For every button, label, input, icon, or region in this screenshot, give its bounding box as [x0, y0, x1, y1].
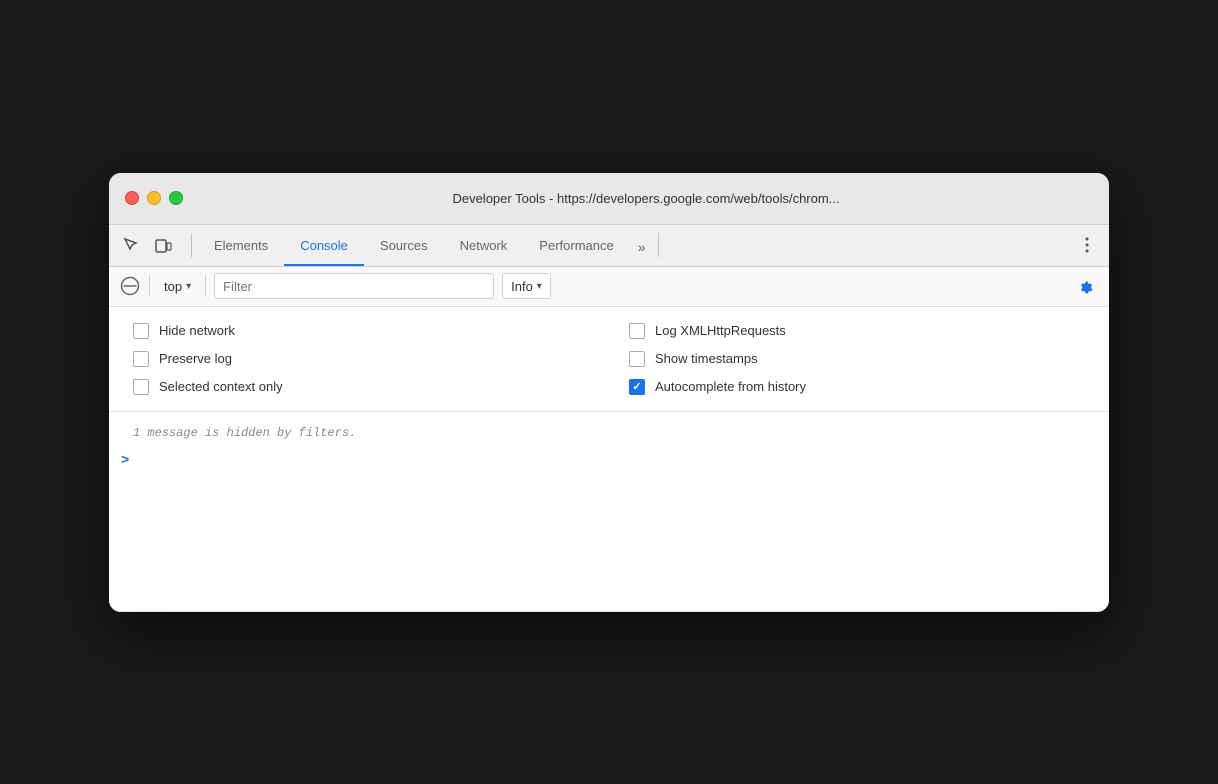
selected-context-row[interactable]: Selected context only: [133, 379, 589, 395]
maximize-button[interactable]: [169, 191, 183, 205]
tab-performance[interactable]: Performance: [523, 228, 629, 266]
device-toggle-icon[interactable]: [149, 231, 177, 259]
context-label: top: [164, 279, 182, 294]
toolbar-end: [1073, 231, 1101, 259]
tab-network[interactable]: Network: [444, 228, 524, 266]
tab-console[interactable]: Console: [284, 228, 364, 266]
toolbar-divider: [191, 233, 192, 257]
preserve-log-checkbox[interactable]: [133, 351, 149, 367]
autocomplete-history-checkbox[interactable]: [629, 379, 645, 395]
context-arrow: ▾: [186, 281, 191, 292]
selected-context-label: Selected context only: [159, 379, 283, 394]
log-xml-checkbox[interactable]: [629, 323, 645, 339]
clear-console-button[interactable]: [119, 275, 141, 297]
console-divider-1: [149, 275, 150, 297]
hide-network-checkbox[interactable]: [133, 323, 149, 339]
toolbar-divider-2: [658, 233, 659, 257]
main-toolbar: Elements Console Sources Network Perform…: [109, 225, 1109, 267]
console-output-area: 1 message is hidden by filters. >: [109, 412, 1109, 612]
hide-network-row[interactable]: Hide network: [133, 323, 589, 339]
tab-sources[interactable]: Sources: [364, 228, 444, 266]
filter-input[interactable]: [214, 273, 494, 299]
traffic-lights: [125, 191, 183, 205]
titlebar: Developer Tools - https://developers.goo…: [109, 173, 1109, 225]
log-xml-row[interactable]: Log XMLHttpRequests: [629, 323, 1085, 339]
tab-elements[interactable]: Elements: [198, 228, 284, 266]
console-prompt-row[interactable]: >: [109, 446, 1109, 472]
preserve-log-row[interactable]: Preserve log: [133, 351, 589, 367]
minimize-button[interactable]: [147, 191, 161, 205]
autocomplete-history-row[interactable]: Autocomplete from history: [629, 379, 1085, 395]
more-options-button[interactable]: [1073, 231, 1101, 259]
tabs-container: Elements Console Sources Network Perform…: [198, 225, 654, 266]
log-xml-label: Log XMLHttpRequests: [655, 323, 786, 338]
level-label: Info: [511, 279, 533, 294]
settings-grid: Hide network Log XMLHttpRequests Preserv…: [133, 323, 1085, 395]
log-level-selector[interactable]: Info ▾: [502, 273, 551, 299]
console-input[interactable]: [137, 450, 1097, 468]
toolbar-icons: [117, 231, 177, 259]
console-divider-2: [205, 275, 206, 297]
settings-panel: Hide network Log XMLHttpRequests Preserv…: [109, 307, 1109, 412]
window-title: Developer Tools - https://developers.goo…: [199, 191, 1093, 206]
preserve-log-label: Preserve log: [159, 351, 232, 366]
hide-network-label: Hide network: [159, 323, 235, 338]
show-timestamps-label: Show timestamps: [655, 351, 758, 366]
level-arrow: ▾: [537, 281, 542, 292]
autocomplete-history-label: Autocomplete from history: [655, 379, 806, 394]
devtools-window: Developer Tools - https://developers.goo…: [109, 173, 1109, 612]
show-timestamps-row[interactable]: Show timestamps: [629, 351, 1085, 367]
inspect-icon[interactable]: [117, 231, 145, 259]
show-timestamps-checkbox[interactable]: [629, 351, 645, 367]
hidden-filters-message: 1 message is hidden by filters.: [109, 420, 1109, 446]
tab-more[interactable]: »: [630, 228, 654, 266]
console-toolbar: top ▾ Info ▾: [109, 267, 1109, 307]
close-button[interactable]: [125, 191, 139, 205]
prompt-arrow: >: [121, 451, 129, 467]
context-selector[interactable]: top ▾: [158, 277, 197, 296]
settings-gear-button[interactable]: [1071, 272, 1099, 300]
selected-context-checkbox[interactable]: [133, 379, 149, 395]
